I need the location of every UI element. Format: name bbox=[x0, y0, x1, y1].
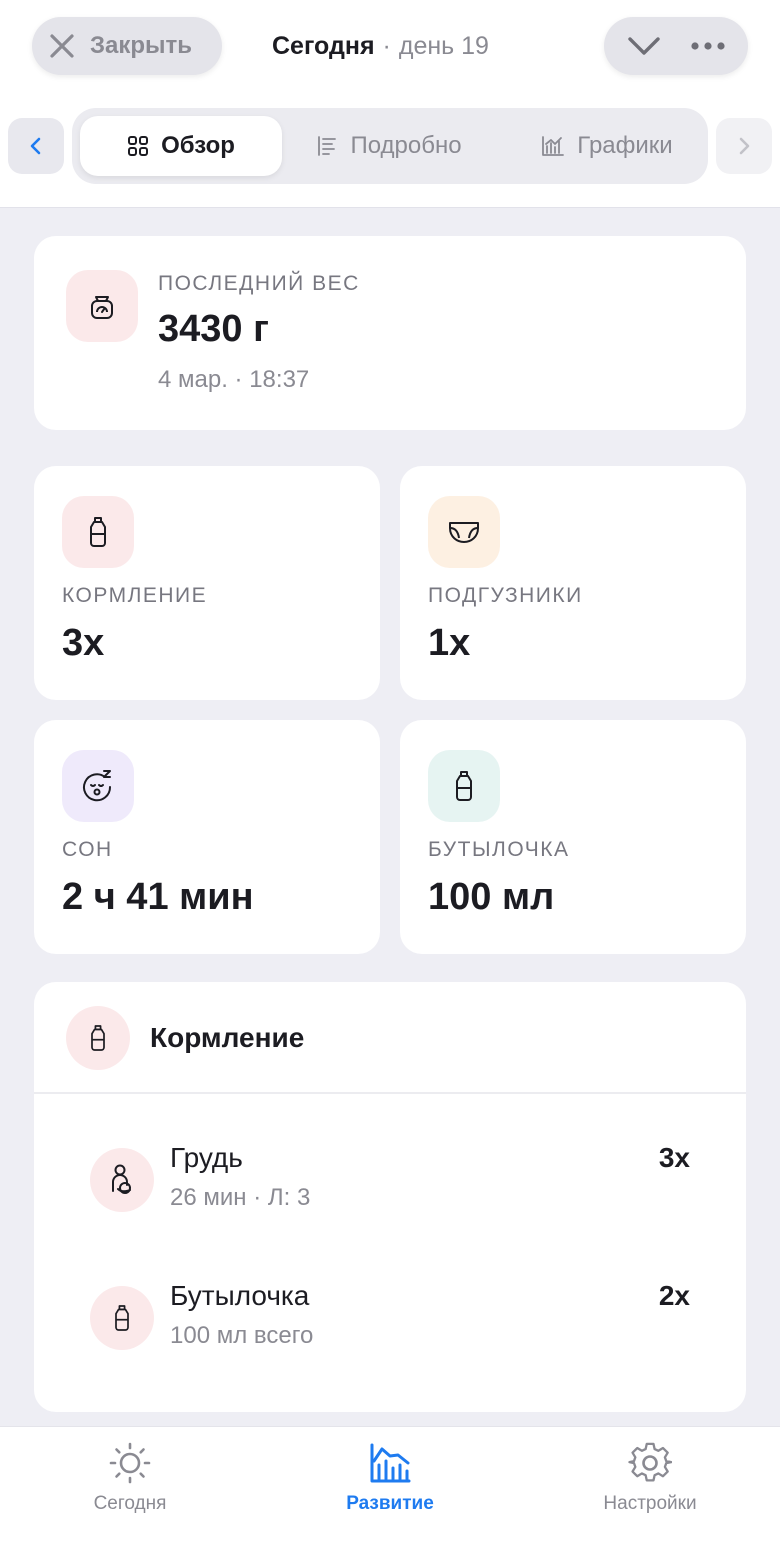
stat-diapers-icon-bubble bbox=[428, 496, 500, 568]
feeding-row-bottle-count: 2x bbox=[658, 1280, 690, 1311]
stat-card-bottle[interactable]: БУТЫЛОЧКА 100 мл bbox=[400, 720, 746, 954]
close-button[interactable]: Закрыть bbox=[32, 17, 222, 75]
title-separator: · bbox=[382, 32, 391, 60]
bottle-icon bbox=[90, 517, 106, 547]
page-title: Сегодня · день 19 bbox=[272, 32, 489, 61]
stat-sleep-icon-bubble bbox=[62, 750, 134, 822]
feeding-row-breast-count: 3x bbox=[658, 1142, 690, 1173]
stat-bottle-label: БУТЫЛОЧКА bbox=[428, 838, 570, 861]
feeding-row-bottle[interactable]: Бутылочка 100 мл всего 2x bbox=[34, 1266, 746, 1376]
feeding-row-breast[interactable]: Грудь 26 мин · Л: 3 3x bbox=[34, 1128, 746, 1238]
bottle-icon bbox=[115, 1305, 129, 1331]
feeding-row-breast-sub: 26 мин · Л: 3 bbox=[170, 1184, 311, 1211]
view-segmented-control: Обзор Подробно Графики bbox=[72, 108, 708, 184]
bottom-tab-bar: Сегодня Развитие Настройки bbox=[0, 1426, 780, 1545]
bottle-row-icon-bubble bbox=[90, 1286, 154, 1350]
bottle-icon bbox=[91, 1025, 105, 1051]
more-icon[interactable] bbox=[690, 40, 726, 52]
prev-day-button[interactable] bbox=[8, 118, 64, 174]
chart-icon bbox=[542, 136, 565, 156]
tab-details[interactable]: Подробно bbox=[294, 116, 484, 176]
stat-feeding-value: 3x bbox=[62, 622, 105, 664]
stat-diapers-label: ПОДГУЗНИКИ bbox=[428, 584, 583, 607]
tabbar-today[interactable]: Сегодня bbox=[30, 1441, 230, 1515]
gear-icon bbox=[628, 1442, 672, 1482]
stat-diapers-value: 1x bbox=[428, 622, 471, 664]
stat-sleep-label: СОН bbox=[62, 838, 113, 861]
tabbar-settings[interactable]: Настройки bbox=[550, 1441, 750, 1515]
list-icon bbox=[318, 136, 337, 156]
title-today: Сегодня bbox=[272, 32, 375, 60]
breastfeeding-icon bbox=[112, 1164, 131, 1194]
feeding-card-header[interactable]: Кормление bbox=[34, 982, 746, 1094]
tab-charts-label: Графики bbox=[577, 132, 673, 159]
weight-icon-bubble bbox=[66, 270, 138, 342]
diaper-icon bbox=[449, 522, 479, 543]
last-weight-card[interactable]: ПОСЛЕДНИЙ ВЕС 3430 г 4 мар. · 18:37 bbox=[34, 236, 746, 430]
stat-feeding-label: КОРМЛЕНИЕ bbox=[62, 584, 208, 607]
scale-icon bbox=[91, 296, 113, 319]
chevron-left-icon bbox=[30, 137, 41, 155]
next-day-button[interactable] bbox=[716, 118, 772, 174]
tab-overview-label: Обзор bbox=[161, 132, 235, 159]
tabbar-growth[interactable]: Развитие bbox=[290, 1441, 490, 1515]
feeding-row-breast-name: Грудь bbox=[170, 1142, 243, 1173]
stat-card-diapers[interactable]: ПОДГУЗНИКИ 1x bbox=[400, 466, 746, 700]
feeding-header-icon-bubble bbox=[66, 1006, 130, 1070]
chevron-down-icon[interactable] bbox=[626, 34, 662, 58]
last-weight-time: 4 мар. · 18:37 bbox=[158, 366, 310, 393]
top-bar: Закрыть Сегодня · день 19 Обзор Подробно… bbox=[0, 0, 780, 208]
stat-feeding-icon-bubble bbox=[62, 496, 134, 568]
tab-details-label: Подробно bbox=[350, 132, 462, 159]
close-icon bbox=[50, 34, 74, 58]
last-weight-value: 3430 г bbox=[158, 308, 269, 350]
stat-bottle-value: 100 мл bbox=[428, 876, 555, 918]
tab-charts[interactable]: Графики bbox=[512, 116, 702, 176]
stat-card-sleep[interactable]: СОН 2 ч 41 мин bbox=[34, 720, 380, 954]
stat-sleep-value: 2 ч 41 мин bbox=[62, 876, 254, 918]
tabbar-settings-label: Настройки bbox=[603, 1493, 697, 1514]
title-day: день 19 bbox=[398, 32, 489, 60]
close-label: Закрыть bbox=[90, 32, 193, 59]
feeding-row-bottle-sub: 100 мл всего bbox=[170, 1322, 314, 1349]
sun-icon bbox=[109, 1442, 151, 1484]
growth-chart-icon bbox=[370, 1443, 411, 1483]
tab-overview[interactable]: Обзор bbox=[80, 116, 282, 176]
tabbar-growth-label: Развитие bbox=[346, 1493, 434, 1514]
stat-card-feeding[interactable]: КОРМЛЕНИЕ 3x bbox=[34, 466, 380, 700]
grid-icon bbox=[128, 136, 149, 156]
feeding-card-title: Кормление bbox=[150, 1022, 305, 1053]
header-menu bbox=[604, 17, 748, 75]
last-weight-label: ПОСЛЕДНИЙ ВЕС bbox=[158, 272, 360, 295]
tabbar-today-label: Сегодня bbox=[93, 1493, 167, 1514]
feeding-row-bottle-name: Бутылочка bbox=[170, 1280, 310, 1311]
chevron-right-icon bbox=[739, 137, 750, 155]
stat-bottle-icon-bubble bbox=[428, 750, 500, 822]
sleep-face-icon bbox=[83, 770, 112, 802]
feeding-summary-card: Кормление Грудь 26 мин · Л: 3 3x Бутылоч… bbox=[34, 982, 746, 1412]
breast-icon-bubble bbox=[90, 1148, 154, 1212]
bottle-icon bbox=[456, 771, 472, 801]
